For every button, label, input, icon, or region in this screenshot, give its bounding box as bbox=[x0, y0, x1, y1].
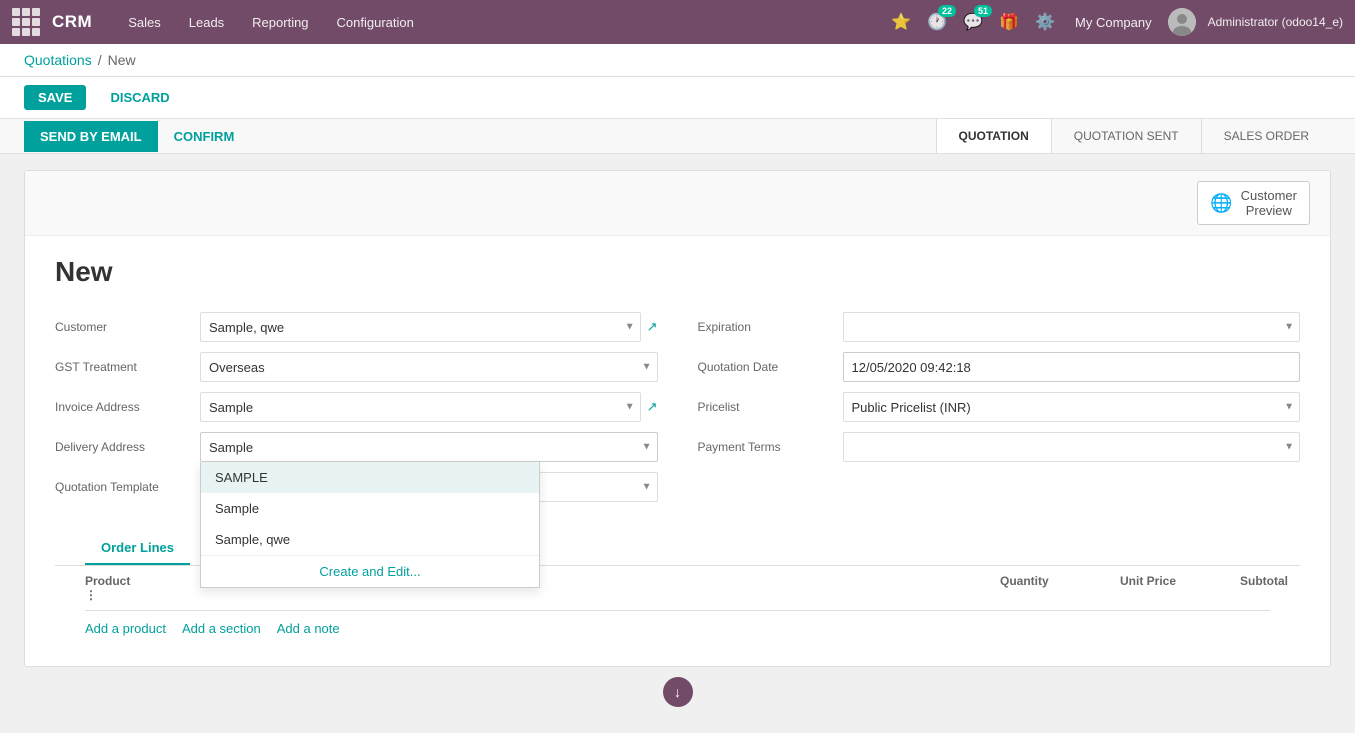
scroll-down-button[interactable]: ↓ bbox=[663, 677, 693, 707]
main-content: 🌐 CustomerPreview New Customer Sample, q… bbox=[0, 154, 1355, 733]
calendar-badge: 22 bbox=[938, 5, 956, 17]
nav-configuration[interactable]: Configuration bbox=[337, 15, 414, 30]
quotation-date-field-wrap bbox=[843, 352, 1301, 382]
discard-button[interactable]: DISCARD bbox=[96, 85, 183, 110]
quotation-date-input[interactable] bbox=[843, 352, 1301, 382]
user-name[interactable]: Administrator (odoo14_e) bbox=[1208, 15, 1343, 29]
scroll-indicator: ↓ bbox=[24, 667, 1331, 717]
company-name[interactable]: My Company bbox=[1075, 15, 1152, 30]
gst-label: GST Treatment bbox=[55, 360, 200, 374]
tab-order-lines[interactable]: Order Lines bbox=[85, 532, 190, 565]
quotation-template-label: Quotation Template bbox=[55, 480, 200, 494]
expiration-label: Expiration bbox=[698, 320, 843, 334]
col-actions: ⋮ bbox=[85, 588, 880, 602]
invoice-select[interactable]: Sample bbox=[200, 392, 641, 422]
breadcrumb-current: New bbox=[108, 52, 136, 68]
breadcrumb-quotations[interactable]: Quotations bbox=[24, 52, 92, 68]
status-bar: SEND BY EMAIL CONFIRM QUOTATION QUOTATIO… bbox=[0, 119, 1355, 154]
add-note-link[interactable]: Add a note bbox=[277, 621, 340, 636]
payment-terms-field-wrap: ▼ bbox=[843, 432, 1301, 462]
invoice-external-link[interactable]: ↗ bbox=[647, 399, 658, 415]
table-footer: Add a product Add a section Add a note bbox=[85, 611, 1270, 646]
pricelist-field-wrap: Public Pricelist (INR) ▼ bbox=[843, 392, 1301, 422]
globe-icon: 🌐 bbox=[1210, 193, 1232, 214]
expiration-group: Expiration ▼ bbox=[698, 312, 1301, 342]
customer-select[interactable]: Sample, qwe bbox=[200, 312, 641, 342]
gift-icon[interactable]: 🎁 bbox=[995, 8, 1023, 36]
customer-preview-button[interactable]: 🌐 CustomerPreview bbox=[1197, 181, 1310, 225]
status-steps: QUOTATION QUOTATION SENT SALES ORDER bbox=[936, 119, 1331, 153]
delivery-dropdown: SAMPLE Sample Sample, qwe Create and Edi… bbox=[200, 462, 540, 588]
add-product-link[interactable]: Add a product bbox=[85, 621, 166, 636]
payment-terms-label: Payment Terms bbox=[698, 440, 843, 454]
step-sales-order[interactable]: SALES ORDER bbox=[1201, 119, 1331, 153]
add-section-link[interactable]: Add a section bbox=[182, 621, 261, 636]
form-card: 🌐 CustomerPreview New Customer Sample, q… bbox=[24, 170, 1331, 667]
form-card-header: 🌐 CustomerPreview bbox=[25, 171, 1330, 236]
customer-group: Customer Sample, qwe ▼ ↗ bbox=[55, 312, 658, 342]
gst-select[interactable]: Overseas bbox=[200, 352, 658, 382]
dropdown-option-sample-caps[interactable]: SAMPLE bbox=[201, 462, 539, 493]
top-navigation: CRM Sales Leads Reporting Configuration … bbox=[0, 0, 1355, 44]
gst-group: GST Treatment Overseas ▼ bbox=[55, 352, 658, 382]
delivery-input[interactable] bbox=[200, 432, 658, 462]
customer-label: Customer bbox=[55, 320, 200, 334]
pricelist-group: Pricelist Public Pricelist (INR) ▼ bbox=[698, 392, 1301, 422]
nav-sales[interactable]: Sales bbox=[128, 15, 161, 30]
col-quantity: Quantity bbox=[1000, 574, 1120, 588]
expiration-field-wrap: ▼ bbox=[843, 312, 1301, 342]
customer-field-wrap: Sample, qwe ▼ bbox=[200, 312, 641, 342]
dropdown-option-sample-qwe[interactable]: Sample, qwe bbox=[201, 524, 539, 555]
customer-external-link[interactable]: ↗ bbox=[647, 319, 658, 335]
col-empty1 bbox=[880, 574, 1000, 588]
gst-field-wrap: Overseas ▼ bbox=[200, 352, 658, 382]
dropdown-option-sample[interactable]: Sample bbox=[201, 493, 539, 524]
delivery-label: Delivery Address bbox=[55, 440, 200, 454]
invoice-field-wrap: Sample ▼ bbox=[200, 392, 641, 422]
messages-icon[interactable]: 💬 51 bbox=[959, 8, 987, 36]
crm-logo: CRM bbox=[52, 12, 92, 32]
form-grid: Customer Sample, qwe ▼ ↗ GST Treatment bbox=[55, 312, 1300, 512]
col-unit-price: Unit Price bbox=[1120, 574, 1240, 588]
payment-terms-group: Payment Terms ▼ bbox=[698, 432, 1301, 462]
pricelist-label: Pricelist bbox=[698, 400, 843, 414]
settings-icon[interactable]: ⚙️ bbox=[1031, 8, 1059, 36]
pricelist-select[interactable]: Public Pricelist (INR) bbox=[843, 392, 1301, 422]
payment-terms-select[interactable] bbox=[843, 432, 1301, 462]
action-bar: SAVE DISCARD bbox=[0, 77, 1355, 119]
user-avatar bbox=[1168, 8, 1196, 36]
customer-preview-label: CustomerPreview bbox=[1241, 188, 1297, 218]
col-subtotal: Subtotal bbox=[1240, 574, 1270, 588]
form-title: New bbox=[55, 256, 1300, 288]
save-button[interactable]: SAVE bbox=[24, 85, 86, 110]
app-grid-icon[interactable] bbox=[12, 8, 40, 36]
messages-badge: 51 bbox=[974, 5, 992, 17]
nav-reporting[interactable]: Reporting bbox=[252, 15, 308, 30]
delivery-field-wrap: ▼ SAMPLE Sample Sample, qwe Create and E… bbox=[200, 432, 658, 462]
form-body: New Customer Sample, qwe ▼ bbox=[25, 236, 1330, 666]
star-icon[interactable]: ⭐ bbox=[887, 8, 915, 36]
calendar-icon[interactable]: 🕐 22 bbox=[923, 8, 951, 36]
dropdown-create-edit[interactable]: Create and Edit... bbox=[201, 555, 539, 587]
expiration-select[interactable] bbox=[843, 312, 1301, 342]
breadcrumb-separator: / bbox=[98, 52, 102, 68]
breadcrumb: Quotations / New bbox=[0, 44, 1355, 77]
step-quotation-sent[interactable]: QUOTATION SENT bbox=[1051, 119, 1201, 153]
confirm-button[interactable]: CONFIRM bbox=[158, 121, 251, 152]
quotation-date-label: Quotation Date bbox=[698, 360, 843, 374]
invoice-label: Invoice Address bbox=[55, 400, 200, 414]
send-email-button[interactable]: SEND BY EMAIL bbox=[24, 121, 158, 152]
nav-leads[interactable]: Leads bbox=[189, 15, 224, 30]
invoice-group: Invoice Address Sample ▼ ↗ bbox=[55, 392, 658, 422]
delivery-group: Delivery Address ▼ SAMPLE Sample Sample,… bbox=[55, 432, 658, 462]
step-quotation[interactable]: QUOTATION bbox=[936, 119, 1051, 153]
quotation-date-group: Quotation Date bbox=[698, 352, 1301, 382]
